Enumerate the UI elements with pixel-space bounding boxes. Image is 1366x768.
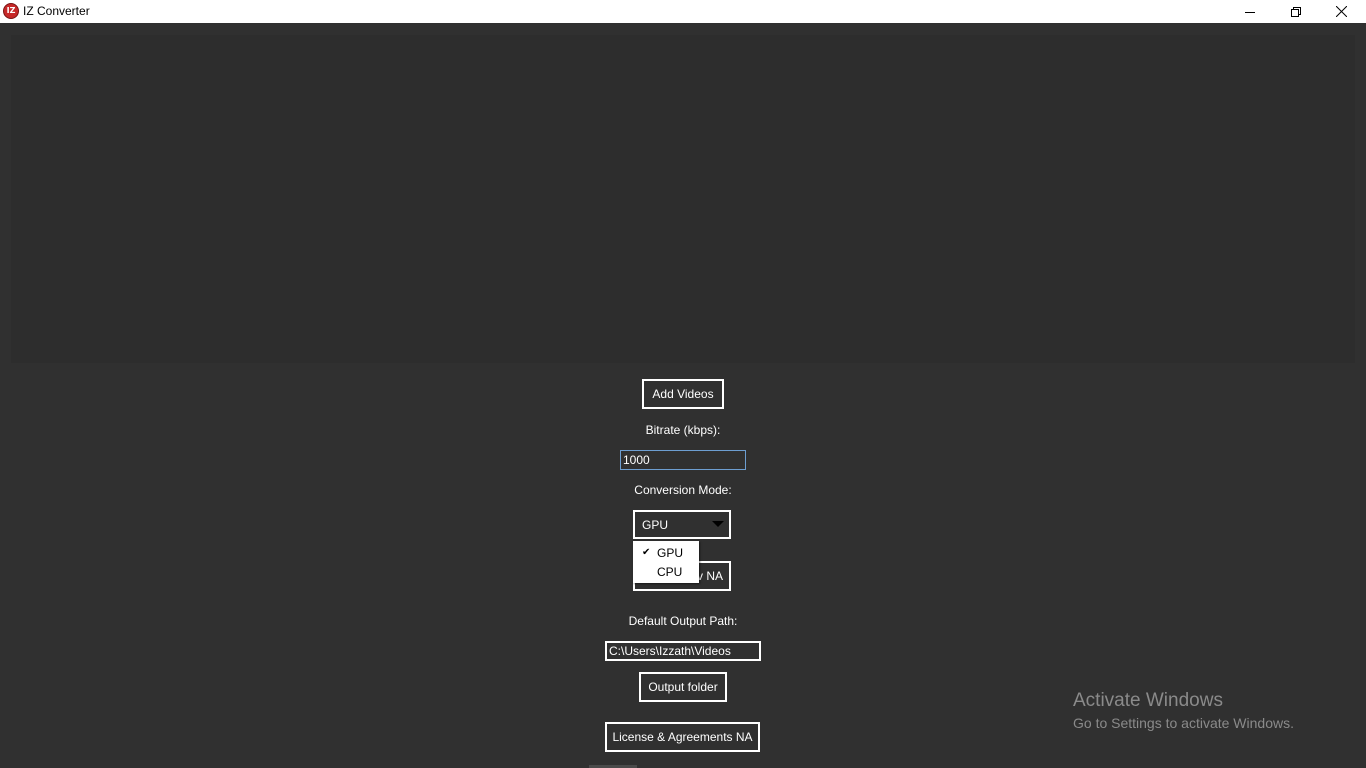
conversion-mode-dropdown: ✔ GPU CPU	[633, 541, 699, 583]
conversion-mode-select[interactable]: GPU	[633, 510, 731, 539]
add-videos-button[interactable]: Add Videos	[642, 379, 724, 409]
app-logo-text: IZ	[6, 6, 16, 15]
option-gpu-label: GPU	[657, 545, 684, 560]
close-button[interactable]	[1318, 0, 1364, 23]
bitrate-input[interactable]: 1000	[620, 450, 746, 470]
close-icon	[1335, 6, 1347, 17]
checkmark-icon: ✔	[642, 547, 651, 558]
option-gpu[interactable]: ✔ GPU	[633, 543, 699, 562]
restore-icon	[1291, 6, 1301, 17]
output-path-label: Default Output Path:	[628, 614, 738, 628]
window-title: IZ Converter	[23, 4, 90, 18]
hidden-button-label: v NA	[696, 569, 723, 583]
dropdown-arrow-icon[interactable]	[712, 521, 724, 527]
option-cpu-label: CPU	[657, 564, 683, 579]
title-bar: IZ IZ Converter	[0, 0, 1366, 23]
output-folder-button[interactable]: Output folder	[639, 672, 727, 702]
app-logo-icon: IZ	[3, 3, 19, 19]
conversion-mode-label: Conversion Mode:	[634, 483, 732, 497]
activate-windows-title: Activate Windows	[1073, 690, 1223, 711]
activate-windows-subtitle: Go to Settings to activate Windows.	[1073, 715, 1294, 731]
video-list-area[interactable]	[11, 35, 1355, 363]
minimize-button[interactable]	[1227, 0, 1273, 23]
license-agreements-button[interactable]: License & Agreements NA	[605, 722, 760, 752]
conversion-mode-value: GPU	[642, 517, 669, 532]
bitrate-label: Bitrate (kbps):	[645, 423, 721, 437]
output-path-input[interactable]: C:\Users\Izzath\Videos	[605, 641, 761, 661]
option-cpu[interactable]: CPU	[633, 562, 699, 581]
restore-button[interactable]	[1273, 0, 1319, 23]
minimize-icon	[1245, 11, 1255, 13]
